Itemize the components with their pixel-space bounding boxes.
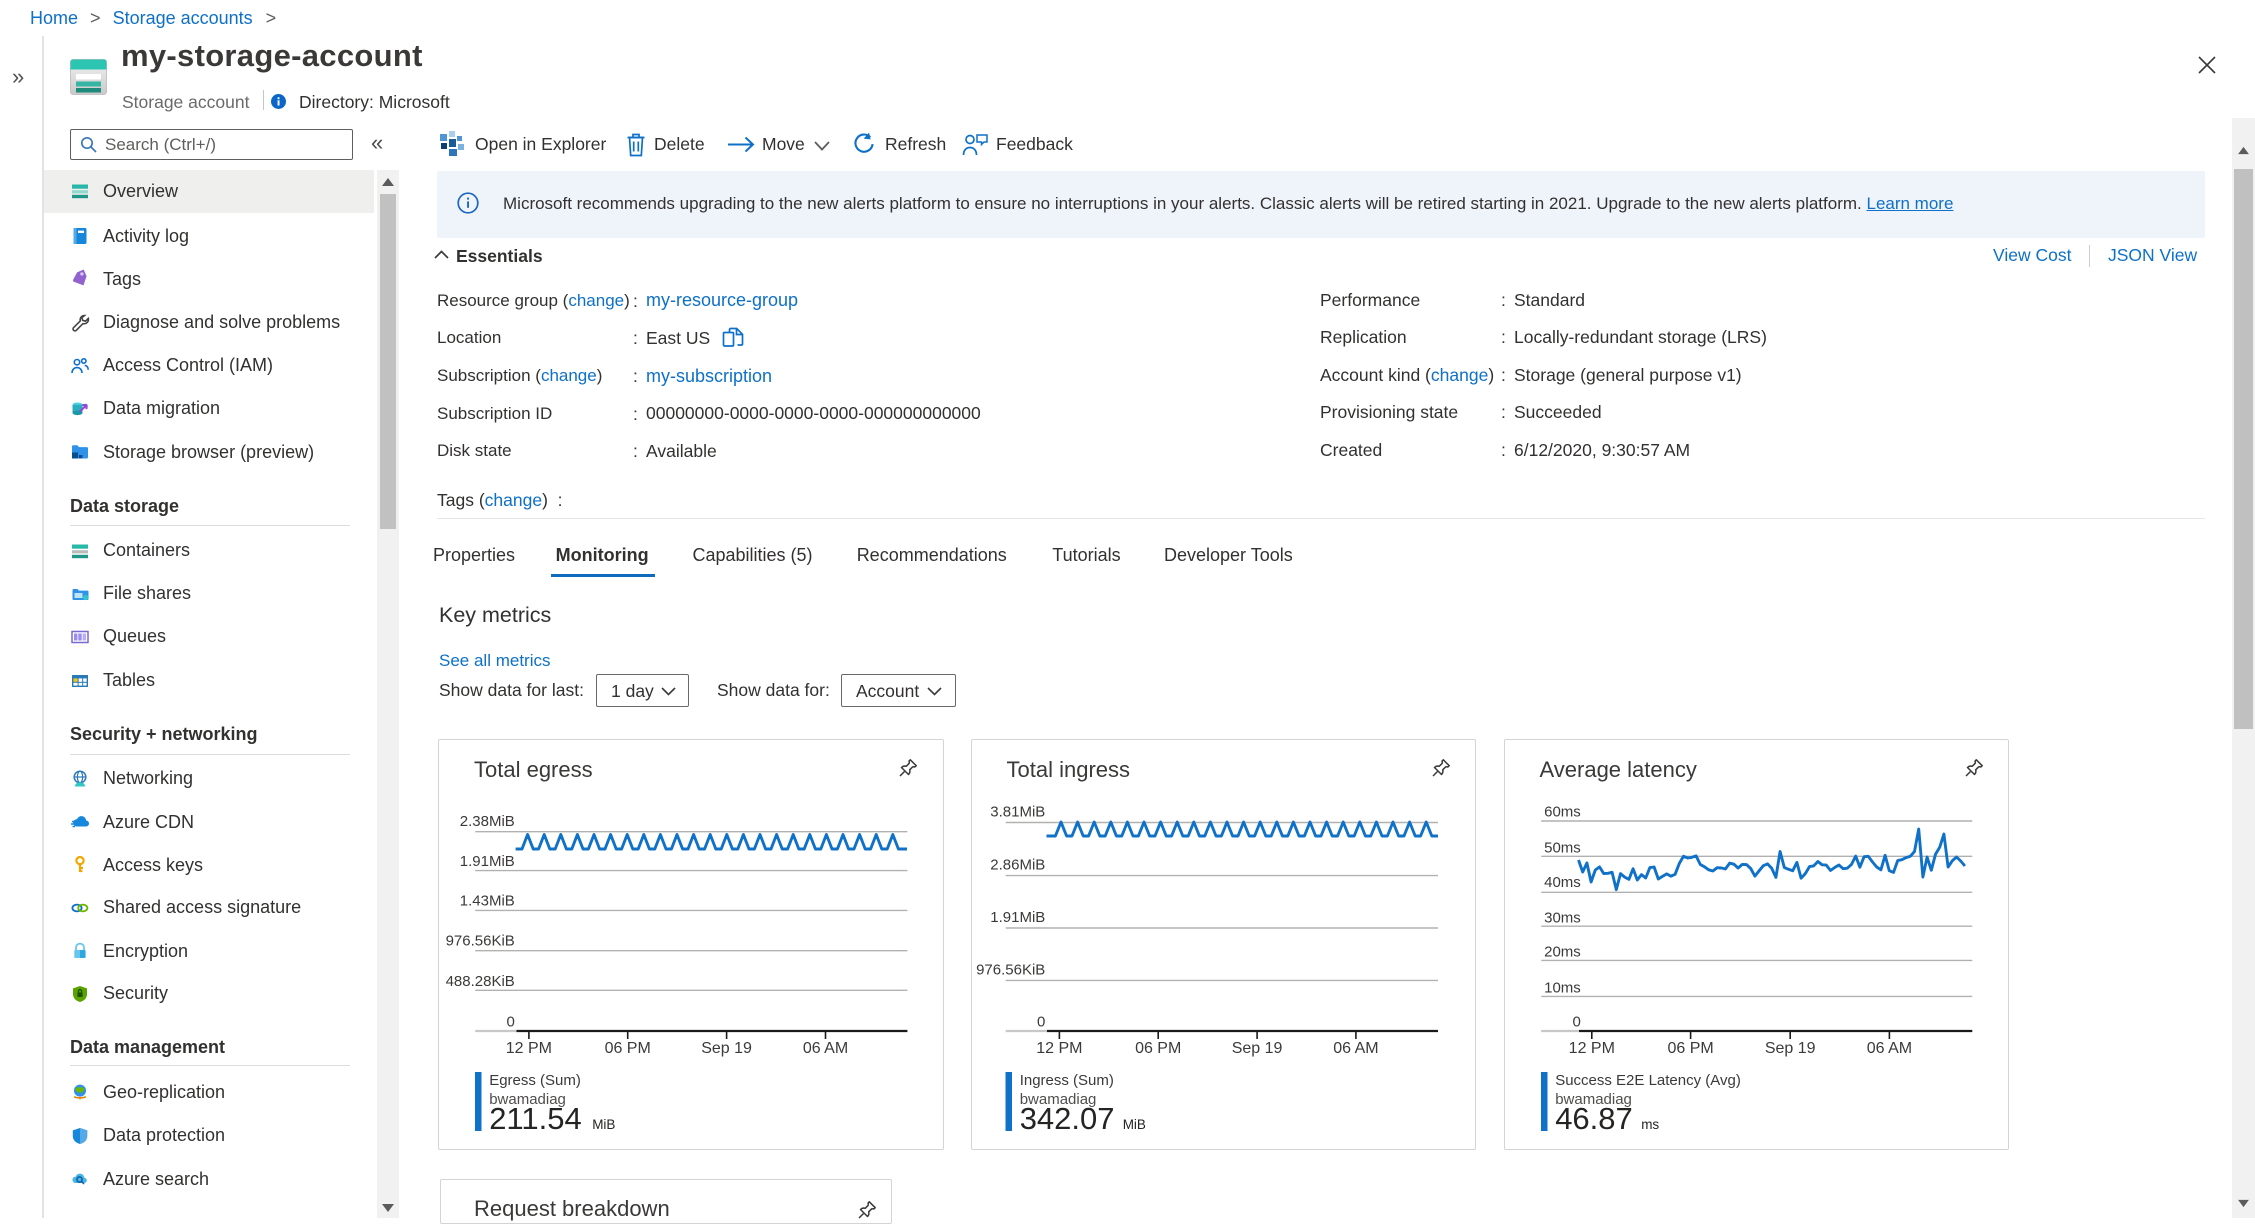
svg-text:06 PM: 06 PM: [1667, 1040, 1713, 1057]
svg-text:488.28KiB: 488.28KiB: [446, 973, 515, 990]
svg-text:1.43MiB: 1.43MiB: [460, 893, 515, 910]
svg-text:MiB: MiB: [592, 1117, 615, 1132]
svg-text:06 AM: 06 AM: [803, 1040, 848, 1057]
svg-text:976.56KiB: 976.56KiB: [446, 932, 515, 949]
svg-text:2.86MiB: 2.86MiB: [990, 856, 1045, 873]
svg-text:0: 0: [1572, 1013, 1580, 1030]
svg-text:12 PM: 12 PM: [1036, 1040, 1082, 1057]
svg-text:Sep 19: Sep 19: [1764, 1040, 1815, 1057]
svg-text:06 PM: 06 PM: [605, 1040, 651, 1057]
svg-text:40ms: 40ms: [1544, 874, 1581, 891]
svg-text:06 AM: 06 AM: [1333, 1040, 1378, 1057]
svg-text:0: 0: [1036, 1014, 1044, 1031]
svg-text:Success E2E Latency (Avg): Success E2E Latency (Avg): [1555, 1072, 1741, 1089]
svg-text:Ingress (Sum): Ingress (Sum): [1019, 1072, 1113, 1089]
svg-text:2.38MiB: 2.38MiB: [460, 813, 515, 830]
svg-text:976.56KiB: 976.56KiB: [976, 961, 1045, 978]
svg-text:1.91MiB: 1.91MiB: [460, 853, 515, 870]
svg-text:12 PM: 12 PM: [506, 1040, 552, 1057]
svg-text:MiB: MiB: [1122, 1117, 1145, 1132]
svg-text:30ms: 30ms: [1544, 909, 1581, 926]
svg-text:Egress (Sum): Egress (Sum): [489, 1072, 581, 1089]
svg-text:20ms: 20ms: [1544, 944, 1581, 961]
svg-text:60ms: 60ms: [1544, 803, 1581, 820]
svg-text:1.91MiB: 1.91MiB: [990, 909, 1045, 926]
svg-text:ms: ms: [1641, 1117, 1659, 1132]
svg-text:12 PM: 12 PM: [1568, 1040, 1614, 1057]
svg-text:0: 0: [506, 1014, 514, 1031]
svg-text:211.54: 211.54: [489, 1101, 582, 1136]
svg-text:Sep 19: Sep 19: [1231, 1040, 1282, 1057]
svg-text:06 AM: 06 AM: [1866, 1040, 1911, 1057]
svg-text:46.87: 46.87: [1555, 1101, 1633, 1136]
svg-text:3.81MiB: 3.81MiB: [990, 804, 1045, 821]
svg-text:Sep 19: Sep 19: [701, 1040, 752, 1057]
svg-text:342.07: 342.07: [1019, 1101, 1114, 1136]
svg-text:50ms: 50ms: [1544, 839, 1581, 856]
svg-text:06 PM: 06 PM: [1135, 1040, 1181, 1057]
svg-text:10ms: 10ms: [1544, 980, 1581, 997]
